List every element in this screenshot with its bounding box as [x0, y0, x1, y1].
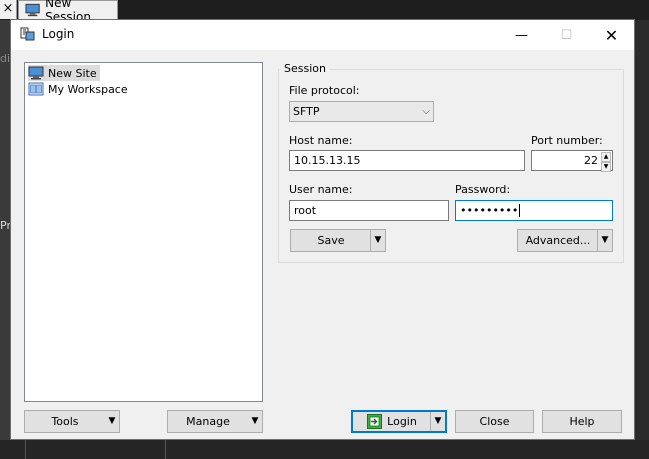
password-label: Password: — [455, 183, 511, 196]
tree-item-label: New Site — [48, 66, 97, 80]
session-group-title: Session — [281, 62, 329, 75]
chevron-down-icon: ⌵ — [422, 106, 430, 117]
port-spinner[interactable]: ▲ ▼ — [601, 152, 611, 172]
advanced-button[interactable]: Advanced... ▼ — [517, 229, 613, 252]
close-button[interactable]: Close — [455, 410, 534, 433]
login-dialog: Login — ☐ ✕ New Site My Workspace Sessio… — [10, 19, 635, 440]
login-icon — [367, 414, 383, 429]
user-name-input[interactable]: root — [289, 200, 449, 221]
port-number-value: 22 — [584, 154, 598, 167]
tools-button-label: Tools — [51, 415, 79, 428]
advanced-button-label: Advanced... — [525, 234, 591, 247]
manage-button[interactable]: Manage ▼ — [167, 410, 263, 433]
minimize-button[interactable]: — — [499, 20, 544, 50]
chevron-down-icon[interactable]: ▼ — [597, 230, 612, 251]
background-side-text: di — [0, 52, 11, 65]
login-button[interactable]: Login ▼ — [351, 410, 447, 433]
tree-item-my-workspace[interactable]: My Workspace — [28, 81, 131, 97]
close-window-button[interactable]: ✕ — [589, 20, 634, 50]
winscp-app-icon — [20, 27, 35, 41]
port-number-label: Port number: — [531, 134, 603, 147]
workspace-icon — [28, 82, 44, 96]
close-button-label: Close — [479, 415, 510, 428]
site-tree[interactable]: New Site My Workspace — [24, 62, 263, 402]
host-name-label: Host name: — [289, 134, 353, 147]
spin-down-icon[interactable]: ▼ — [601, 162, 611, 172]
monitor-icon — [25, 3, 40, 17]
password-value: ••••••••• — [460, 204, 519, 217]
title-bar: Login — ☐ ✕ — [11, 20, 634, 50]
login-button-label: Login — [387, 415, 417, 428]
port-number-input[interactable]: 22 ▲ ▼ — [531, 150, 613, 172]
window-title: Login — [42, 27, 75, 41]
tools-button[interactable]: Tools ▼ — [24, 410, 120, 433]
maximize-button[interactable]: ☐ — [544, 20, 589, 50]
chevron-down-icon[interactable]: ▼ — [370, 230, 385, 251]
background-status-bar — [0, 440, 649, 459]
chevron-down-icon[interactable]: ▼ — [430, 412, 445, 431]
help-button[interactable]: Help — [542, 410, 622, 433]
spin-up-icon[interactable]: ▲ — [601, 152, 611, 162]
help-button-label: Help — [569, 415, 595, 428]
chevron-down-icon: ▼ — [251, 416, 259, 426]
background-tab-bar: × New Session — [0, 0, 649, 24]
background-tab-close-button[interactable]: × — [0, 0, 17, 19]
monitor-icon — [28, 66, 44, 80]
file-protocol-label: File protocol: — [289, 84, 360, 97]
tree-item-label: My Workspace — [48, 82, 128, 96]
save-button[interactable]: Save ▼ — [290, 229, 386, 252]
save-button-label: Save — [317, 234, 345, 247]
tree-item-new-site[interactable]: New Site — [28, 65, 100, 81]
manage-button-label: Manage — [186, 415, 230, 428]
background-tab-new-session[interactable]: New Session — [18, 0, 118, 24]
password-input[interactable]: ••••••••• — [455, 200, 613, 221]
file-protocol-value: SFTP — [293, 105, 320, 118]
host-name-input[interactable]: 10.15.13.15 — [289, 150, 525, 171]
user-name-label: User name: — [289, 183, 353, 196]
chevron-down-icon: ▼ — [108, 416, 116, 426]
file-protocol-select[interactable]: SFTP ⌵ — [289, 101, 434, 122]
